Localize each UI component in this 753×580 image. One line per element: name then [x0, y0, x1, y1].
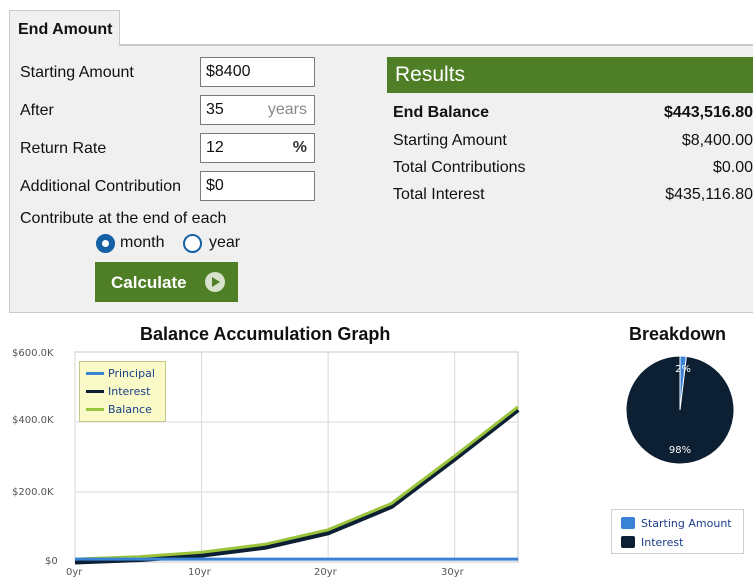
interest-swatch	[86, 390, 104, 393]
pie-chart-legend: Starting Amount Interest	[611, 509, 744, 554]
slice-label: 2%	[675, 364, 691, 375]
pie-chart-title: Breakdown	[629, 324, 727, 344]
legend-label: Starting Amount	[641, 517, 732, 530]
principal-swatch	[86, 372, 104, 375]
balance-swatch	[86, 408, 104, 411]
tab-end-amount[interactable]: End Amount	[9, 10, 120, 46]
breakdown-pie-chart: 2% 98%	[625, 355, 735, 465]
balance-line-chart	[74, 351, 520, 565]
interest-swatch	[621, 536, 635, 548]
tab-label: End Amount	[18, 21, 113, 38]
legend-label: Balance	[108, 403, 152, 416]
legend-label: Interest	[108, 385, 151, 398]
slice-label: 98%	[669, 445, 691, 456]
legend-label: Principal	[108, 367, 155, 380]
starting-amount-swatch	[621, 517, 635, 529]
legend-label: Interest	[641, 536, 684, 549]
line-chart-legend: Principal Interest Balance	[79, 361, 166, 422]
